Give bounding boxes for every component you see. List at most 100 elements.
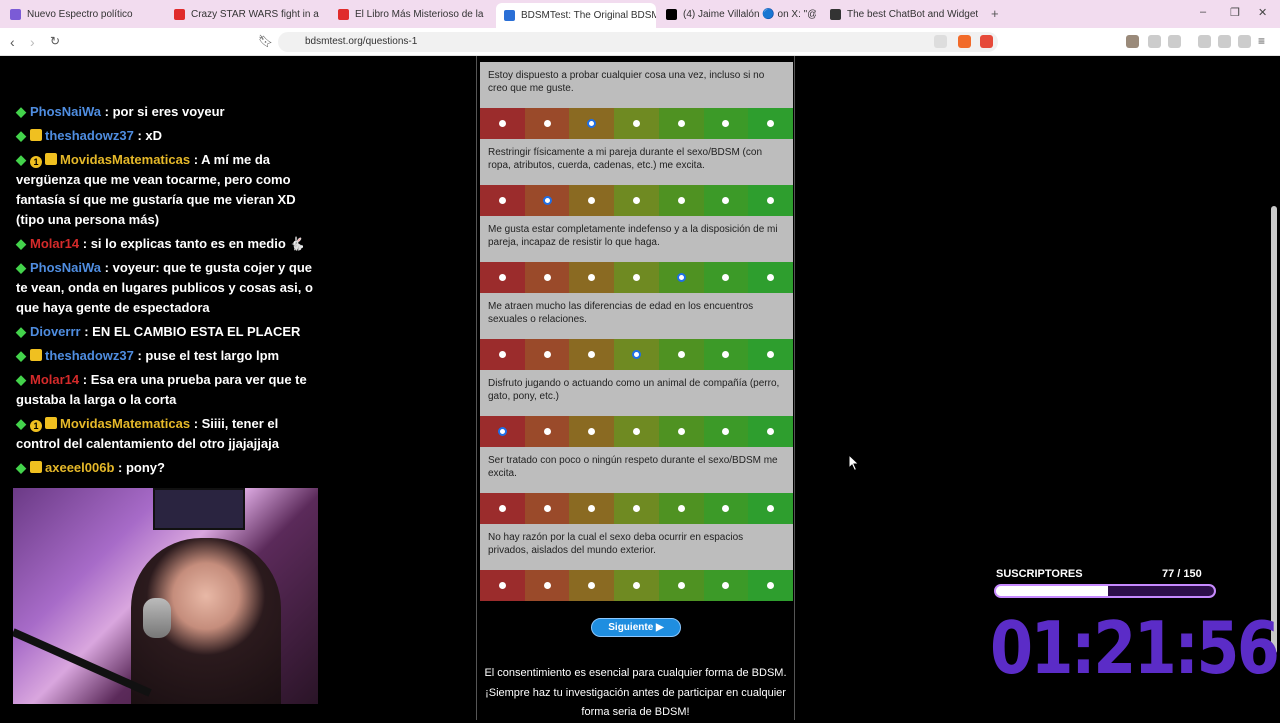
answer-option[interactable] [748, 185, 794, 216]
restore-icon[interactable]: ❐ [1230, 6, 1240, 19]
radio-button[interactable] [588, 582, 596, 589]
answer-option[interactable] [569, 570, 615, 601]
radio-button[interactable] [722, 582, 730, 589]
radio-button[interactable] [498, 505, 506, 512]
answer-option[interactable] [703, 339, 749, 370]
answer-option[interactable] [569, 339, 615, 370]
answer-option[interactable] [480, 108, 525, 139]
answer-option[interactable] [703, 416, 749, 447]
tab-1[interactable]: Crazy STAR WARS fight in a Shopping [174, 4, 322, 24]
answer-option[interactable] [480, 416, 525, 447]
answer-option[interactable] [614, 493, 659, 524]
url-text[interactable]: bdsmtest.org/questions-1 [305, 36, 417, 47]
answer-option[interactable] [658, 416, 704, 447]
radio-button[interactable] [543, 120, 551, 127]
radio-button[interactable] [722, 505, 730, 512]
radio-button[interactable] [633, 582, 641, 589]
radio-button[interactable] [632, 350, 642, 359]
answer-option[interactable] [569, 262, 615, 293]
answer-option[interactable] [748, 493, 794, 524]
radio-button[interactable] [633, 274, 641, 281]
answer-option[interactable] [480, 570, 525, 601]
answer-option[interactable] [524, 108, 570, 139]
answer-option[interactable] [480, 262, 525, 293]
radio-button[interactable] [677, 351, 685, 358]
close-window-icon[interactable]: ✕ [1258, 6, 1267, 19]
tab-0[interactable]: Nuevo Espectro político [10, 4, 160, 24]
forward-icon[interactable]: › [30, 34, 35, 50]
answer-option[interactable] [524, 185, 570, 216]
answer-option[interactable] [569, 416, 615, 447]
radio-button[interactable] [543, 428, 551, 435]
radio-button[interactable] [588, 274, 596, 281]
answer-option[interactable] [480, 493, 525, 524]
answer-option[interactable] [748, 339, 794, 370]
tab-5[interactable]: The best ChatBot and Widgets for K [830, 4, 978, 24]
answer-option[interactable] [658, 570, 704, 601]
answer-option[interactable] [748, 262, 794, 293]
radio-button[interactable] [633, 428, 641, 435]
answer-option[interactable] [614, 262, 659, 293]
answer-option[interactable] [703, 493, 749, 524]
answer-option[interactable] [703, 262, 749, 293]
radio-button[interactable] [633, 197, 641, 204]
radio-button[interactable] [498, 274, 506, 281]
back-icon[interactable]: ‹ [10, 34, 15, 50]
answer-option[interactable] [703, 185, 749, 216]
radio-button[interactable] [498, 351, 506, 358]
radio-button[interactable] [767, 505, 775, 512]
extension-icon[interactable] [1126, 35, 1139, 48]
answer-option[interactable] [569, 108, 615, 139]
puzzle-icon[interactable] [1148, 35, 1161, 48]
answer-option[interactable] [480, 185, 525, 216]
chat-username[interactable]: axeeel006b [45, 460, 114, 475]
rewards-icon[interactable] [980, 35, 993, 48]
radio-button[interactable] [633, 505, 641, 512]
chat-username[interactable]: Molar14 [30, 236, 79, 251]
menu-icon[interactable]: ≡ [1258, 34, 1265, 48]
answer-option[interactable] [614, 570, 659, 601]
radio-button[interactable] [633, 120, 641, 127]
sidebar-icon[interactable] [1168, 35, 1181, 48]
chat-username[interactable]: MovidasMatematicas [60, 152, 190, 167]
answer-option[interactable] [524, 262, 570, 293]
radio-button[interactable] [543, 274, 551, 281]
minimize-icon[interactable]: – [1200, 6, 1206, 18]
answer-option[interactable] [658, 185, 704, 216]
radio-button[interactable] [677, 428, 685, 435]
next-button[interactable]: Siguiente ▶ [591, 618, 681, 637]
radio-button[interactable] [767, 274, 775, 281]
radio-button[interactable] [588, 428, 596, 435]
answer-option[interactable] [658, 493, 704, 524]
radio-button[interactable] [767, 428, 775, 435]
radio-button[interactable] [767, 582, 775, 589]
chat-username[interactable]: MovidasMatematicas [60, 416, 190, 431]
answer-option[interactable] [703, 570, 749, 601]
brave-shield-icon[interactable] [958, 35, 971, 48]
share-icon[interactable] [934, 35, 947, 48]
answer-option[interactable] [614, 185, 659, 216]
wallet-icon[interactable] [1218, 35, 1231, 48]
bookmark-icon[interactable]: 🔖︎ [258, 34, 273, 48]
media-icon[interactable] [1198, 35, 1211, 48]
radio-button[interactable] [767, 197, 775, 204]
radio-button[interactable] [722, 351, 730, 358]
answer-option[interactable] [614, 339, 659, 370]
tab-2[interactable]: El Libro Más Misterioso de la Historia [338, 4, 486, 24]
radio-button[interactable] [498, 197, 506, 204]
answer-option[interactable] [614, 108, 659, 139]
scrollbar[interactable] [1271, 206, 1277, 654]
radio-button[interactable] [498, 120, 506, 127]
radio-button[interactable] [542, 196, 552, 205]
radio-button[interactable] [677, 582, 685, 589]
answer-option[interactable] [480, 339, 525, 370]
radio-button[interactable] [543, 582, 551, 589]
chat-username[interactable]: Dioverrr [30, 324, 81, 339]
radio-button[interactable] [767, 351, 775, 358]
answer-option[interactable] [658, 339, 704, 370]
radio-button[interactable] [677, 120, 685, 127]
radio-button[interactable] [676, 273, 686, 282]
answer-option[interactable] [569, 493, 615, 524]
chat-username[interactable]: PhosNaiWa [30, 104, 101, 119]
radio-button[interactable] [722, 120, 730, 127]
